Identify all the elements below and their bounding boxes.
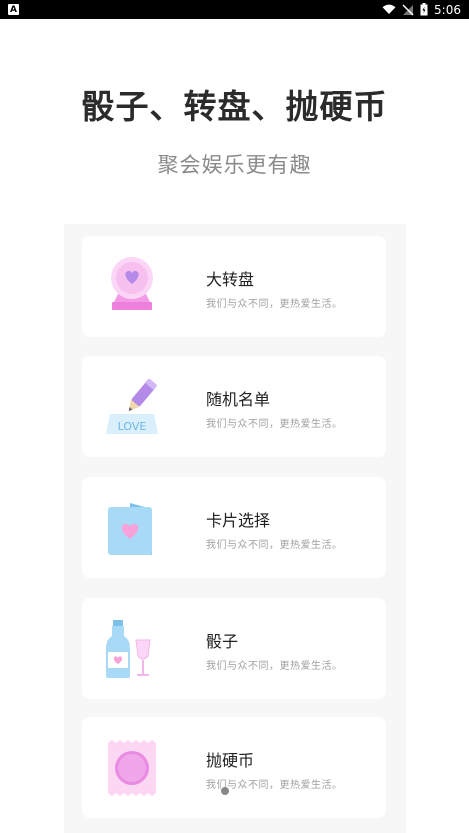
battery-icon <box>420 3 428 16</box>
menu-item-coin-toss[interactable]: 抛硬币 我们与众不同，更热爱生活。 <box>82 717 386 818</box>
coin-icon <box>108 740 156 796</box>
app-notification-icon: A <box>8 4 19 15</box>
menu-item-desc: 我们与众不同，更热爱生活。 <box>206 540 343 551</box>
svg-text:LOVE: LOVE <box>118 420 147 433</box>
menu-item-title: 骰子 <box>206 632 239 651</box>
menu-item-desc: 我们与众不同，更热爱生活。 <box>206 661 343 672</box>
crystal-ball-icon <box>111 257 153 310</box>
menu-item-card-choice[interactable]: 卡片选择 我们与众不同，更热爱生活。 <box>82 477 386 578</box>
love-pencil-icon: LOVE <box>106 379 158 434</box>
menu-item-wheel[interactable]: 大转盘 我们与众不同，更热爱生活。 <box>82 236 386 337</box>
menu-item-random-list[interactable]: LOVE 随机名单 我们与众不同，更热爱生活。 <box>82 356 386 457</box>
menu-item-title: 随机名单 <box>206 390 271 409</box>
menu-item-title: 卡片选择 <box>206 511 271 530</box>
heart-card-icon <box>108 503 152 555</box>
wine-bottle-icon <box>106 620 151 678</box>
menu-item-desc: 我们与众不同，更热爱生活。 <box>206 419 343 430</box>
page-subtitle: 聚会娱乐更有趣 <box>157 153 312 177</box>
menu-item-title: 大转盘 <box>206 270 255 289</box>
menu-item-title: 抛硬币 <box>206 751 255 770</box>
page-title: 骰子、转盘、抛硬币 <box>81 87 388 126</box>
menu-item-desc: 我们与众不同，更热爱生活。 <box>206 299 343 310</box>
no-signal-icon <box>402 3 414 16</box>
wifi-icon <box>382 4 396 14</box>
status-time: 5:06 <box>434 2 461 17</box>
menu-item-dice[interactable]: 骰子 我们与众不同，更热爱生活。 <box>82 598 386 699</box>
status-bar: A 5:06 <box>0 0 469 19</box>
scroll-indicator <box>221 787 229 795</box>
